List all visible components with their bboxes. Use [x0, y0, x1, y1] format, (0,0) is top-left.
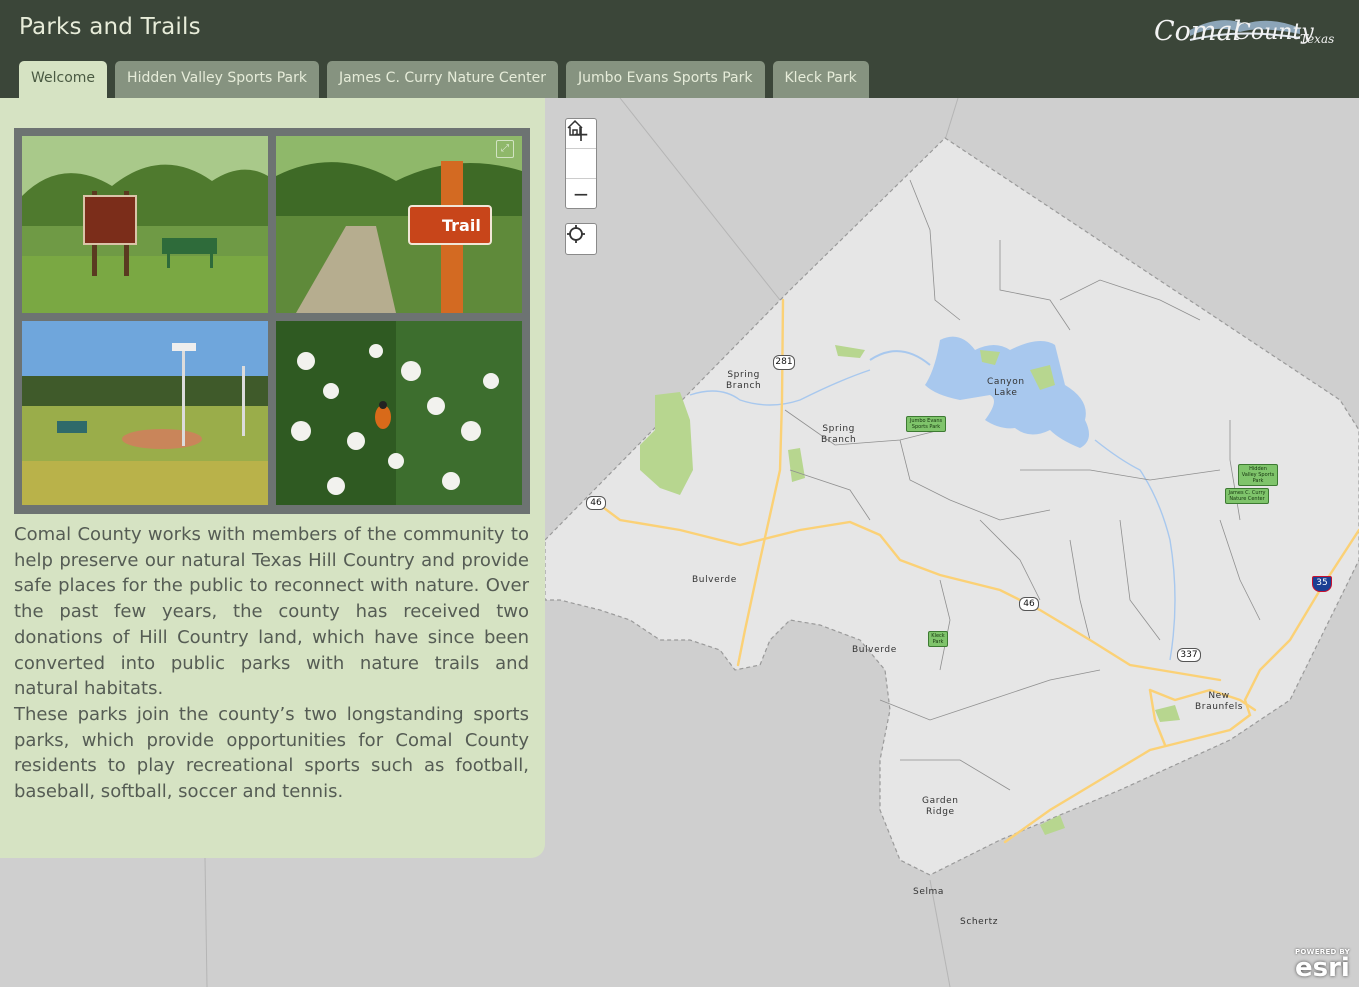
label-spring-branch-south: Spring Branch: [821, 424, 857, 445]
label-canyon-lake: Canyon Lake: [987, 377, 1025, 398]
welcome-panel: Trail ⤢ Comal County works with members …: [0, 98, 545, 858]
locate-icon: [567, 225, 585, 243]
tab-james-c-curry-nature-center[interactable]: James C. Curry Nature Center: [326, 61, 559, 98]
expand-icon[interactable]: ⤢: [496, 140, 514, 158]
photo-trail-map-sign: [22, 136, 268, 313]
esri-attribution-logo[interactable]: POWERED BY esri: [1295, 948, 1355, 984]
label-spring-branch-north: Spring Branch: [726, 370, 762, 391]
shield-sh-46-east: 46: [1019, 597, 1039, 611]
park-marker-jumbo-evans[interactable]: Jumbo Evans Sports Park: [906, 416, 946, 432]
zoom-out-button[interactable]: −: [566, 179, 596, 208]
logo-word-comal: Comal: [1154, 16, 1242, 47]
svg-text:Trail: Trail: [442, 216, 481, 235]
sports-parks-paragraph: These parks join the county’s two longst…: [14, 704, 529, 803]
intro-paragraph: Comal County works with members of the c…: [14, 524, 529, 700]
comal-county-logo: Comal County Texas: [1150, 10, 1340, 56]
shield-us-281: 281: [773, 355, 795, 370]
shield-sh-46-west: 46: [586, 496, 606, 510]
esri-brand-text: esri: [1295, 953, 1350, 983]
home-icon: [567, 119, 583, 136]
locate-button[interactable]: [565, 223, 597, 255]
label-schertz: Schertz: [960, 917, 999, 927]
park-marker-kleck[interactable]: Kleck Park: [928, 631, 948, 647]
tab-bar: Welcome Hidden Valley Sports Park James …: [19, 61, 869, 98]
app-header: Parks and Trails Comal County Texas Welc…: [0, 0, 1359, 98]
tab-kleck-park[interactable]: Kleck Park: [772, 61, 869, 98]
logo-word-texas: Texas: [1300, 32, 1335, 46]
label-new-braunfels: New Braunfels: [1195, 691, 1244, 712]
shield-interstate-35: 35: [1312, 576, 1332, 592]
label-bulverde-west: Bulverde: [692, 575, 737, 585]
zoom-control-group: + −: [565, 118, 597, 209]
tab-welcome[interactable]: Welcome: [19, 61, 108, 98]
park-marker-hidden-valley[interactable]: Hidden Valley Sports Park: [1238, 464, 1278, 486]
label-selma: Selma: [913, 887, 945, 897]
app-title: Parks and Trails: [19, 14, 201, 40]
photo-trail-signpost: Trail: [276, 136, 522, 313]
label-bulverde-east: Bulverde: [852, 645, 897, 655]
home-button[interactable]: [566, 119, 596, 179]
shield-fm-337: 337: [1177, 648, 1201, 662]
photo-white-flowers: [276, 321, 522, 505]
tab-hidden-valley-sports-park[interactable]: Hidden Valley Sports Park: [115, 61, 319, 98]
park-marker-james-curry[interactable]: James C. Curry Nature Center: [1225, 488, 1269, 504]
tab-jumbo-evans-sports-park[interactable]: Jumbo Evans Sports Park: [566, 61, 765, 98]
label-garden-ridge: Garden Ridge: [922, 796, 959, 817]
photo-sports-fields: [22, 321, 268, 505]
photo-collage: Trail ⤢: [14, 128, 530, 514]
